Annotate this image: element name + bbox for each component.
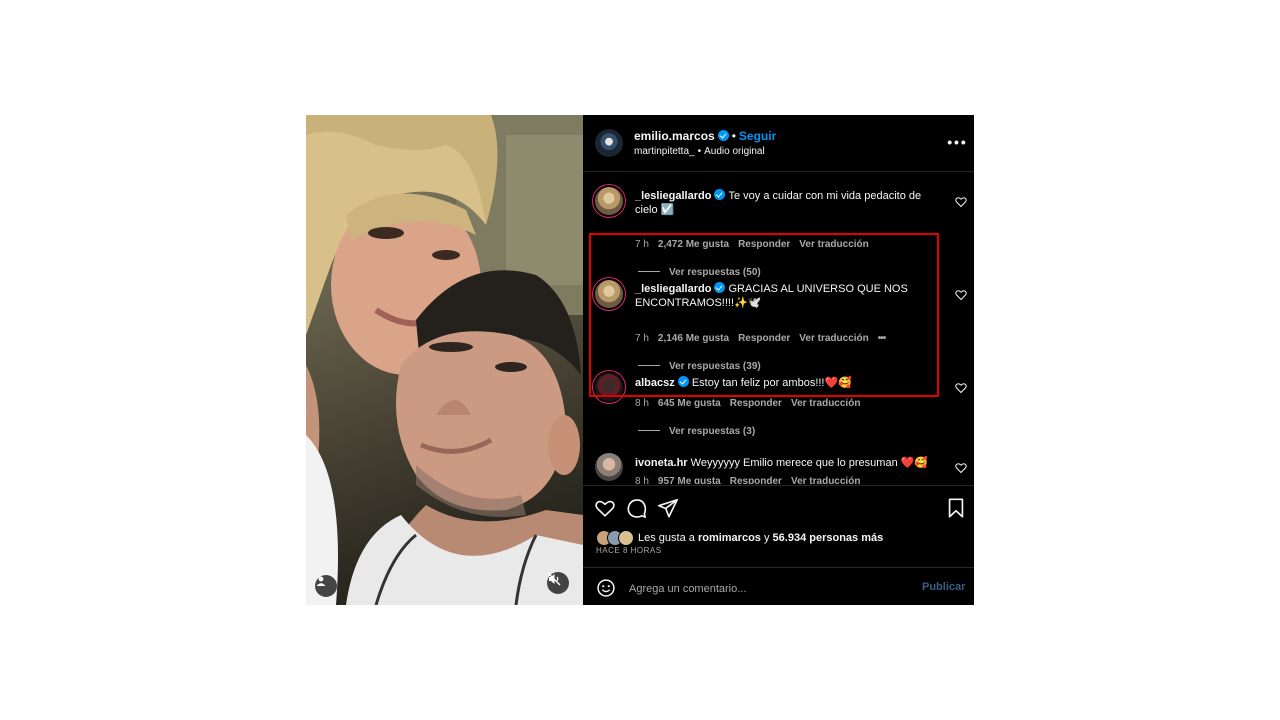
muted-audio-icon[interactable] (547, 572, 569, 594)
likes-connector: y (763, 532, 770, 544)
avatar (618, 530, 634, 546)
audio-label[interactable]: Audio original (704, 146, 765, 157)
share-icon[interactable] (657, 497, 679, 519)
post-photo[interactable] (306, 115, 583, 605)
post-author-line: emilio.marcos • Seguir (634, 129, 776, 143)
comment-meta: 8 h 645 Me gusta Responder Ver traducción (635, 398, 869, 409)
likes-prefix: Les gusta a (638, 532, 695, 544)
comment-like-heart-icon[interactable] (955, 289, 967, 301)
follow-button[interactable]: Seguir (739, 129, 776, 143)
comment-input[interactable] (627, 580, 901, 598)
comment-meta: 8 h 957 Me gusta Responder Ver traducción (635, 476, 869, 484)
reply-button[interactable]: Responder (730, 476, 782, 484)
separator-dot: • (697, 146, 702, 157)
post-timestamp: HACE 8 HORAS (596, 546, 662, 555)
comment-like-heart-icon[interactable] (955, 382, 967, 394)
comment-like-count[interactable]: 645 Me gusta (658, 398, 721, 409)
comment-like-heart-icon[interactable] (955, 462, 967, 474)
verified-badge-icon (714, 189, 726, 200)
audio-line: martinpitetta_ • Audio original (634, 146, 765, 157)
comment-like-heart-icon[interactable] (955, 196, 967, 208)
view-replies-label: Ver respuestas (3) (669, 426, 756, 437)
more-options-icon[interactable]: • • • (947, 133, 965, 151)
comment-like-count[interactable]: 957 Me gusta (658, 476, 721, 484)
view-replies-button[interactable]: Ver respuestas (3) (638, 426, 755, 437)
likes-summary[interactable]: Les gusta a romimarcos y 56.934 personas… (596, 530, 883, 546)
bookmark-icon[interactable] (945, 497, 967, 519)
avatar[interactable] (595, 129, 623, 157)
user-tag-icon[interactable] (315, 575, 337, 597)
add-comment-bar: Publicar (583, 567, 974, 605)
divider (638, 430, 660, 431)
couple-selfie-image (306, 115, 583, 605)
comments-list[interactable]: _lesliegallardo Te voy a cuidar con mi v… (583, 172, 974, 484)
comment-time: 8 h (635, 476, 649, 484)
likes-username[interactable]: romimarcos (698, 532, 761, 544)
comment-username[interactable]: _lesliegallardo (635, 190, 711, 202)
likes-others[interactable]: 56.934 personas más (773, 532, 884, 544)
post-actions: Les gusta a romimarcos y 56.934 personas… (583, 485, 974, 605)
comment-username[interactable]: ivoneta.hr (635, 457, 688, 469)
verified-badge-icon (717, 130, 729, 141)
translate-button[interactable]: Ver traducción (791, 476, 860, 484)
post-details-panel: emilio.marcos • Seguir martinpitetta_ • Audi… (583, 115, 974, 605)
post-header: emilio.marcos • Seguir martinpitetta_ • Audi… (583, 115, 974, 172)
separator-dot: • (731, 129, 736, 143)
comment-text: ivoneta.hr Weyyyyyy Emilio merece que lo… (635, 456, 935, 470)
publish-button[interactable]: Publicar (922, 581, 965, 593)
avatar[interactable] (595, 453, 623, 481)
comment-text: _lesliegallardo Te voy a cuidar con mi v… (635, 189, 935, 217)
comment-time: 8 h (635, 398, 649, 409)
audio-username[interactable]: martinpitetta_ (634, 146, 695, 157)
comment-body: Weyyyyyy Emilio merece que lo presuman ❤… (690, 457, 929, 469)
translate-button[interactable]: Ver traducción (791, 398, 860, 409)
heart-icon[interactable] (594, 497, 616, 519)
emoji-icon[interactable] (596, 578, 616, 598)
reply-button[interactable]: Responder (730, 398, 782, 409)
post-modal: emilio.marcos • Seguir martinpitetta_ • Audi… (306, 115, 974, 605)
avatar[interactable] (595, 187, 623, 215)
post-author-username[interactable]: emilio.marcos (634, 129, 715, 143)
comment-icon[interactable] (626, 497, 648, 519)
highlight-box (589, 233, 939, 397)
